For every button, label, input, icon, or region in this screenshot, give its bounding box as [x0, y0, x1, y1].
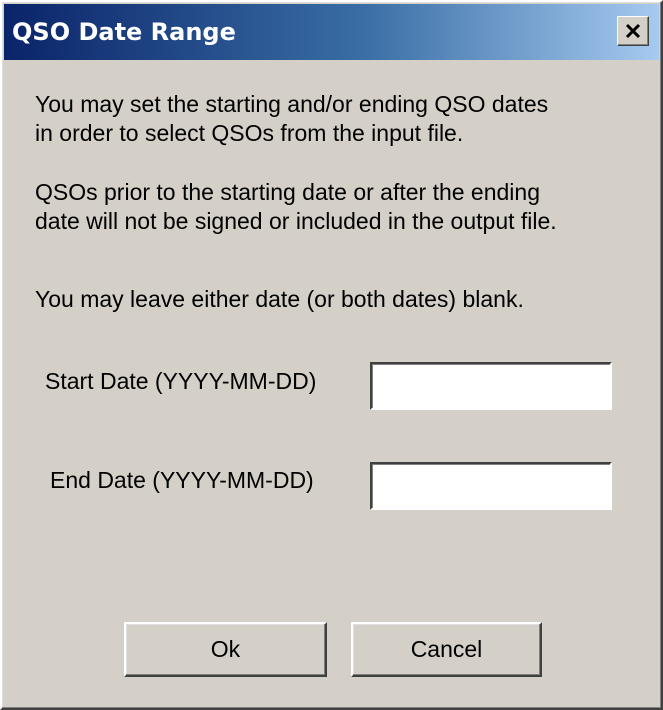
end-date-input[interactable]	[370, 462, 612, 510]
close-icon	[625, 23, 641, 39]
start-date-label: Start Date (YYYY-MM-DD)	[45, 368, 317, 394]
start-date-input[interactable]	[370, 362, 612, 410]
ok-button[interactable]: Ok	[124, 622, 327, 677]
intro-paragraph: You may set the starting and/or ending Q…	[35, 91, 549, 146]
blank-note-paragraph: You may leave either date (or both dates…	[35, 286, 524, 312]
title-bar[interactable]: QSO Date Range	[4, 4, 659, 60]
range-note-paragraph: QSOs prior to the starting date or after…	[35, 179, 557, 234]
qso-date-range-dialog: QSO Date Range You may set the starting …	[0, 0, 663, 710]
close-button[interactable]	[617, 16, 649, 46]
window-title: QSO Date Range	[12, 18, 236, 46]
end-date-label: End Date (YYYY-MM-DD)	[50, 467, 314, 493]
cancel-button[interactable]: Cancel	[351, 622, 542, 677]
